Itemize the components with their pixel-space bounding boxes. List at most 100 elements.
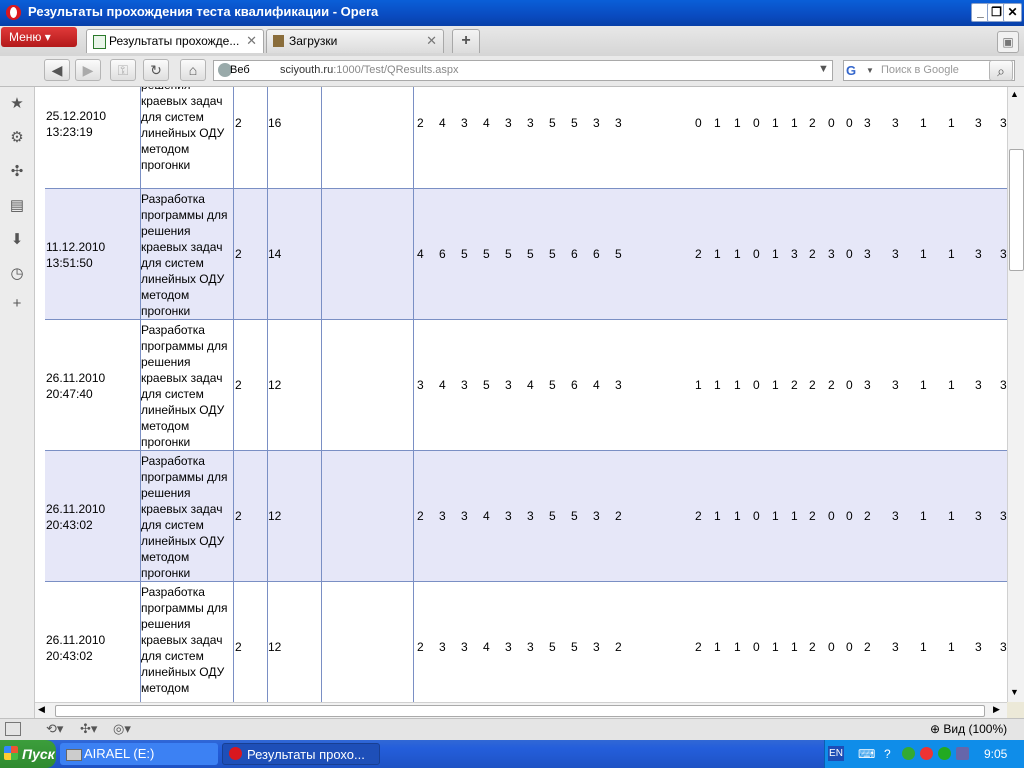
tray-display-icon[interactable] [956, 747, 969, 760]
panel-toggle-icon[interactable] [5, 722, 21, 736]
cell-value: 5 [571, 115, 578, 130]
cell-value: 3 [975, 377, 982, 392]
scroll-down-icon[interactable]: ▼ [1010, 687, 1019, 697]
cell-value: 3 [892, 508, 899, 523]
unite-status-icon[interactable]: ✣▾ [80, 721, 97, 737]
language-indicator[interactable]: EN [828, 746, 844, 761]
cell-value: 6 [571, 246, 578, 261]
widgets-icon[interactable]: ⚙ [8, 129, 26, 147]
search-button[interactable]: ⌕ [989, 60, 1013, 81]
date-text: 26.11.2010 [46, 370, 106, 385]
tab-downloads[interactable]: Загрузки ✕ [266, 29, 444, 53]
cell-value: 3 [527, 508, 534, 523]
forward-button[interactable]: ▶ [75, 59, 101, 81]
help-icon[interactable]: ? [884, 747, 891, 761]
scroll-thumb[interactable] [1009, 149, 1024, 271]
search-engine-dropdown-icon[interactable]: ▼ [866, 66, 874, 75]
cell-value: 5 [549, 639, 556, 654]
topic-line: решения [141, 224, 191, 238]
topic-line: Разработка [141, 192, 205, 206]
cell-value: 3 [593, 639, 600, 654]
address-dropdown-icon[interactable]: ▼ [818, 63, 829, 75]
time-text: 20:47:40 [46, 386, 93, 401]
tray-app-icon[interactable] [902, 747, 915, 760]
cell-value: 3 [975, 639, 982, 654]
bookmarks-icon[interactable]: ★ [8, 95, 26, 113]
cell-value: 1 [920, 377, 927, 392]
scroll-right-icon[interactable]: ▶ [993, 704, 1000, 715]
cell-value: 3 [593, 115, 600, 130]
opera-link-icon[interactable]: ◎▾ [113, 721, 131, 737]
unite-icon[interactable]: ✣ [8, 163, 26, 181]
cell-value: 1 [734, 377, 741, 392]
cell-value: 1 [714, 246, 721, 261]
cell-value: 0 [753, 246, 760, 261]
url-text: sciyouth.ru:1000/Test/QResults.aspx [280, 64, 459, 76]
cell-value: 2 [828, 377, 835, 392]
cell-value: 0 [846, 639, 853, 654]
google-icon[interactable]: G [846, 63, 856, 78]
close-button[interactable]: ✕ [1003, 3, 1022, 22]
tab-results[interactable]: Результаты прохожде... ✕ [86, 29, 264, 53]
taskbar-item-drive[interactable]: AIRAEL (E:) [60, 743, 218, 765]
topic-line: Разработка [141, 323, 205, 337]
cell-value: 3 [791, 246, 798, 261]
downloads-icon[interactable]: ⬇ [8, 231, 26, 249]
cell-value: 3 [892, 246, 899, 261]
cell-value: 1 [772, 639, 779, 654]
hscroll-thumb[interactable] [55, 705, 985, 717]
taskbar-item-label: Результаты прохо... [247, 747, 365, 762]
new-tab-button[interactable]: + [452, 29, 480, 53]
cell-value: 0 [828, 639, 835, 654]
cell-value: 2 [864, 639, 871, 654]
opera-menu-button[interactable]: Меню ▾ [1, 27, 77, 47]
tab-close-icon[interactable]: ✕ [246, 30, 257, 52]
notes-icon[interactable]: ▤ [8, 197, 26, 215]
cell-value: 2 [615, 508, 622, 523]
tab-close-icon[interactable]: ✕ [426, 30, 437, 52]
zoom-control[interactable]: ⊕ Вид (100%) [930, 722, 1007, 736]
cell-divider [321, 320, 322, 451]
cell-value: 1 [714, 115, 721, 130]
cell-value: 5 [571, 508, 578, 523]
keyboard-icon[interactable]: ⌨ [858, 747, 875, 761]
zoom-label: Вид (100%) [943, 722, 1008, 736]
cell-value: 1 [772, 508, 779, 523]
cell-value: 1 [714, 508, 721, 523]
cell-value: 3 [892, 377, 899, 392]
taskbar-item-opera[interactable]: Результаты прохо... [222, 743, 380, 765]
vertical-scrollbar[interactable]: ▲ ▼ [1007, 87, 1024, 702]
cell-value: 2 [809, 246, 816, 261]
horizontal-scrollbar[interactable]: ◀ ▶ [35, 702, 1007, 718]
cell-value: 1 [695, 377, 702, 392]
cell-value: 3 [439, 639, 446, 654]
cell-value: 1 [714, 377, 721, 392]
cell-value: 0 [753, 377, 760, 392]
cell-value: 3 [505, 639, 512, 654]
wand-button[interactable]: ⚿ [110, 59, 136, 81]
cell-value: 5 [549, 508, 556, 523]
cell-date: 26.11.2010 20:47:40 [46, 370, 140, 402]
scroll-up-icon[interactable]: ▲ [1010, 89, 1019, 99]
reload-button[interactable]: ↻ [143, 59, 169, 81]
cell-value: 3 [1000, 639, 1007, 654]
turbo-icon[interactable]: ⟲▾ [46, 721, 63, 737]
cell-divider [413, 320, 414, 451]
topic-line: программы для [141, 470, 228, 484]
history-icon[interactable]: ◷ [8, 265, 26, 283]
cell-value: 3 [892, 639, 899, 654]
side-panel [0, 87, 35, 718]
cell-level: 2 [235, 246, 242, 261]
cell-topic: Разработка программы для решения краевых за… [141, 453, 234, 581]
back-button[interactable]: ◀ [44, 59, 70, 81]
add-panel-icon[interactable]: + [8, 295, 26, 313]
tray-antivirus-icon[interactable] [920, 747, 933, 760]
scroll-left-icon[interactable]: ◀ [38, 704, 45, 715]
tray-network-icon[interactable] [938, 747, 951, 760]
cell-value: 3 [527, 639, 534, 654]
cell-value: 1 [948, 115, 955, 130]
home-button[interactable]: ⌂ [180, 59, 206, 81]
time-text: 13:51:50 [46, 255, 93, 270]
trash-icon[interactable]: ▣ [997, 31, 1019, 53]
results-page: 25.12.201013:23:19программы длярешениякр… [35, 87, 1007, 702]
